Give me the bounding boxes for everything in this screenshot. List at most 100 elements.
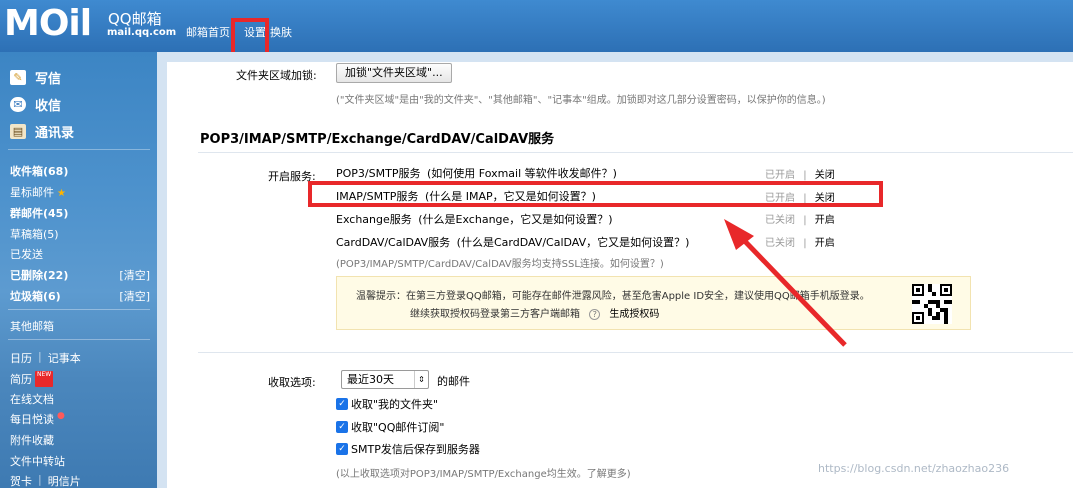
service-status-row-imap: 已开启 | 关闭 [765, 189, 835, 204]
sidebar-item-label: 文件中转站 [10, 455, 65, 468]
sidebar-item-label: 收件箱(68) [10, 165, 69, 178]
main-panel [157, 52, 1073, 488]
sidebar-item-label: 已删除(22) [10, 269, 69, 282]
notes-link[interactable]: 记事本 [48, 350, 81, 366]
compose-label: 写信 [35, 72, 62, 87]
service-name: CardDAV/CalDAV服务 [336, 236, 451, 249]
checkbox-qq-subscription[interactable]: ✓ 收取"QQ邮件订阅" [336, 419, 444, 435]
sidebar-item-daily-read[interactable]: 每日悦读 ● [10, 411, 150, 427]
sidebar-item-drafts[interactable]: 草稿箱(5) [10, 226, 150, 242]
lock-folder-button[interactable]: 加锁"文件夹区域"... [336, 63, 452, 83]
checkbox-checked-icon: ✓ [336, 443, 348, 455]
receive-range-suffix: 的邮件 [437, 375, 470, 388]
nav-home[interactable]: 邮箱首页 [186, 24, 230, 40]
enable-services-label: 开启服务: [268, 170, 316, 183]
service-row-pop3: POP3/SMTP服务 (如何使用 Foxmail 等软件收发邮件？) [336, 165, 617, 181]
contacts-button[interactable]: ▤ 通讯录 [10, 122, 74, 141]
contacts-label: 通讯录 [35, 126, 75, 141]
sidebar-item-deleted[interactable]: 已删除(22) [清空] [10, 267, 150, 283]
sidebar-item-starred[interactable]: 星标邮件 ★ [10, 184, 150, 200]
sidebar-item-spam[interactable]: 垃圾箱(6) [清空] [10, 288, 150, 304]
sidebar-item-attachments[interactable]: 附件收藏 [10, 432, 150, 448]
service-status-row-caldav: 已关闭 | 开启 [765, 234, 835, 249]
receive-options-label: 收取选项: [268, 376, 316, 389]
empty-trash-link[interactable]: [清空] [119, 267, 150, 283]
service-toggle-link[interactable]: 开启 [815, 215, 835, 226]
checkbox-my-folders[interactable]: ✓ 收取"我的文件夹" [336, 396, 438, 412]
folder-lock-label: 文件夹区域加锁: [236, 69, 317, 82]
card-link[interactable]: 贺卡 [10, 473, 32, 488]
generate-auth-code-link[interactable]: 生成授权码 [609, 309, 659, 320]
service-status: 已关闭 [765, 238, 795, 249]
sidebar-item-inbox[interactable]: 收件箱(68) [10, 163, 150, 179]
section-title-pop3: POP3/IMAP/SMTP/Exchange/CardDAV/CalDAV服务 [200, 132, 555, 147]
sidebar-item-label: 已发送 [10, 248, 43, 261]
service-status: 已开启 [765, 193, 795, 204]
nav-settings[interactable]: 设置 [244, 24, 266, 40]
sidebar-divider [8, 149, 150, 150]
sidebar-tools-row: 贺卡 | 明信片 [10, 473, 150, 488]
service-help-link[interactable]: (什么是Exchange，它又是如何设置？) [418, 213, 612, 226]
service-name: IMAP/SMTP服务 [336, 190, 419, 203]
sidebar-item-group[interactable]: 群邮件(45) [10, 205, 150, 221]
service-status-row-exchange: 已关闭 | 开启 [765, 211, 835, 226]
sidebar-item-label: 在线文档 [10, 393, 54, 406]
security-tip-box [336, 276, 971, 330]
service-toggle-link[interactable]: 关闭 [815, 193, 835, 204]
checkbox-save-sent[interactable]: ✓ SMTP发信后保存到服务器 [336, 441, 480, 457]
service-row-imap: IMAP/SMTP服务 (什么是 IMAP，它又是如何设置？) [336, 188, 596, 204]
top-nav: 邮箱首页 设置 换肤 [186, 24, 302, 40]
receive-button[interactable]: ✉ 收信 [10, 95, 61, 114]
service-status: 已关闭 [765, 215, 795, 226]
top-header: MOil QQ邮箱 mail.qq.com 邮箱首页 设置 换肤 [0, 0, 1073, 52]
sidebar-item-label: 草稿箱(5) [10, 228, 59, 241]
ssl-note: (POP3/IMAP/SMTP/CardDAV/CalDAV服务均支持SSL连接… [336, 259, 664, 270]
security-tip-text: 温馨提示：在第三方登录QQ邮箱，可能存在邮件泄露风险，甚至危害Apple ID安… [356, 291, 870, 302]
sidebar-item-other-mailbox[interactable]: 其他邮箱 [10, 318, 150, 334]
folder-lock-description: ("文件夹区域"是由"我的文件夹"、"其他邮箱"、"记事本"组成。加锁即对这几部… [336, 95, 826, 106]
sidebar-item-sent[interactable]: 已发送 [10, 246, 150, 262]
receive-note: (以上收取选项对POP3/IMAP/SMTP/Exchange均生效。了解更多) [336, 469, 631, 480]
service-help-link[interactable]: (如何使用 Foxmail 等软件收发邮件？) [427, 167, 617, 180]
sidebar-item-label: 群邮件(45) [10, 207, 69, 220]
service-help-link[interactable]: (什么是CardDAV/CalDAV，它又是如何设置？) [457, 236, 690, 249]
tools-separator: | [38, 473, 42, 486]
compose-button[interactable]: ✎ 写信 [10, 68, 61, 87]
service-status: 已开启 [765, 170, 795, 181]
sidebar-item-label: 简历 [10, 373, 32, 386]
settings-content [167, 62, 1073, 488]
mail-logo[interactable]: MOil [4, 2, 92, 46]
sidebar-item-label: 每日悦读 [10, 413, 54, 426]
receive-range-value: 最近30天 [347, 373, 394, 386]
service-row-caldav: CardDAV/CalDAV服务 (什么是CardDAV/CalDAV，它又是如… [336, 234, 689, 250]
receive-range-select[interactable]: 最近30天 ⇕ [341, 370, 429, 389]
section-divider [198, 152, 1073, 153]
help-circle-icon[interactable]: ? [589, 309, 601, 320]
sidebar-item-resume[interactable]: 简历 NEW [10, 371, 150, 387]
service-status-row-pop3: 已开启 | 关闭 [765, 166, 835, 181]
calendar-link[interactable]: 日历 [10, 350, 32, 366]
star-icon: ★ [57, 188, 66, 199]
watermark: https://blog.csdn.net/zhaozhao236 [818, 462, 1010, 475]
sidebar-item-label: 星标邮件 [10, 186, 54, 199]
service-row-exchange: Exchange服务 (什么是Exchange，它又是如何设置？) [336, 211, 613, 227]
sidebar-tools-row: 日历 | 记事本 [10, 350, 150, 366]
service-help-link[interactable]: (什么是 IMAP，它又是如何设置？) [425, 190, 596, 203]
service-toggle-link[interactable]: 关闭 [815, 170, 835, 181]
sidebar-divider [8, 309, 150, 310]
postcard-link[interactable]: 明信片 [48, 473, 81, 488]
checkbox-label: SMTP发信后保存到服务器 [351, 443, 480, 456]
nav-skin[interactable]: 换肤 [270, 24, 292, 40]
contacts-icon: ▤ [10, 124, 26, 139]
sidebar-divider [8, 339, 150, 340]
inbox-icon: ✉ [10, 97, 26, 112]
status-separator: | [803, 170, 807, 181]
tools-separator: | [38, 350, 42, 363]
receive-label: 收信 [35, 99, 62, 114]
status-separator: | [803, 215, 807, 226]
empty-spam-link[interactable]: [清空] [119, 288, 150, 304]
service-name: Exchange服务 [336, 213, 412, 226]
service-toggle-link[interactable]: 开启 [815, 238, 835, 249]
sidebar-item-file-transfer[interactable]: 文件中转站 [10, 453, 150, 469]
sidebar-item-online-docs[interactable]: 在线文档 [10, 391, 150, 407]
